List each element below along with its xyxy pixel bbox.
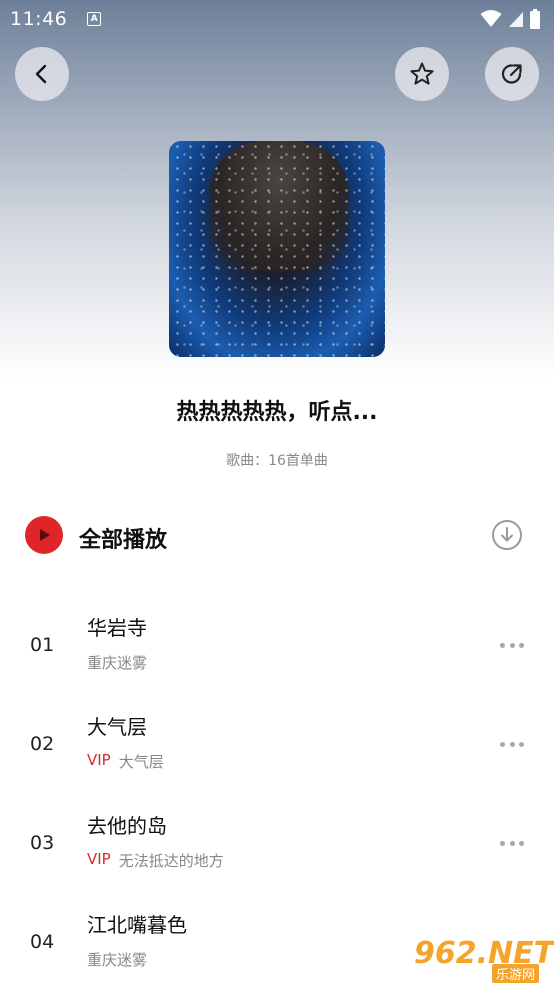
more-dot [509, 642, 515, 648]
play-all-button[interactable] [25, 516, 63, 554]
more-button[interactable] [500, 836, 524, 850]
favorite-button[interactable] [395, 47, 449, 101]
song-title: 华岩寺 [87, 616, 147, 640]
song-title: 去他的岛 [87, 814, 167, 838]
status-time: 11:46 [10, 8, 68, 30]
chevron-left-icon [35, 64, 47, 84]
download-icon [492, 520, 522, 550]
download-button[interactable] [491, 519, 523, 551]
cover-water-sparkle [169, 141, 385, 357]
more-dot [500, 741, 505, 747]
more-dot [509, 840, 515, 846]
song-artist: 无法抵达的地方 [118, 852, 224, 870]
song-meta: VIP 无法抵达的地方 [87, 850, 224, 871]
battery-icon [530, 9, 540, 29]
song-meta: VIP 大气层 [87, 751, 164, 772]
status-icons [480, 9, 540, 29]
watermark-sub: 乐游网 [492, 964, 540, 983]
play-all-row[interactable]: 全部播放 [0, 510, 554, 562]
signal-icon [509, 12, 523, 27]
play-icon [40, 529, 50, 541]
notification-icon: A [87, 12, 102, 26]
song-meta: 重庆迷雾 [87, 949, 147, 970]
more-dot [519, 840, 524, 846]
back-button[interactable] [15, 47, 69, 101]
playlist-title: 热热热热热，听点... [176, 400, 378, 425]
vip-badge: VIP [87, 751, 111, 769]
song-number: 03 [30, 832, 55, 854]
playlist-cover [169, 141, 385, 357]
song-number: 01 [30, 634, 55, 656]
more-button[interactable] [500, 638, 524, 652]
site-watermark: 962.NET 乐游网 [414, 936, 554, 983]
song-title: 大气层 [87, 715, 147, 739]
song-row[interactable]: 02 大气层 VIP 大气层 [0, 697, 554, 795]
share-button[interactable] [485, 47, 539, 101]
more-dot [509, 741, 515, 747]
more-dot [519, 741, 524, 747]
share-icon [501, 64, 522, 84]
song-row[interactable]: 03 去他的岛 VIP 无法抵达的地方 [0, 796, 554, 894]
song-artist: 重庆迷雾 [87, 654, 148, 672]
song-number: 02 [30, 733, 55, 755]
song-row[interactable]: 01 华岩寺 重庆迷雾 [0, 598, 554, 696]
song-artist: 重庆迷雾 [87, 951, 148, 969]
more-button[interactable] [500, 737, 524, 751]
song-title: 江北嘴暮色 [87, 913, 187, 937]
more-dot [500, 642, 505, 648]
song-number: 04 [30, 931, 55, 953]
more-dot [519, 642, 524, 648]
star-icon [410, 62, 434, 85]
status-bar: 11:46 A [0, 0, 554, 38]
play-all-label[interactable]: 全部播放 [79, 522, 167, 554]
song-meta: 重庆迷雾 [87, 652, 147, 673]
vip-badge: VIP [87, 850, 111, 868]
wifi-icon [480, 10, 502, 27]
song-artist: 大气层 [118, 753, 164, 771]
more-dot [500, 840, 505, 846]
playlist-subtitle: 歌曲：16首单曲 [226, 453, 328, 469]
